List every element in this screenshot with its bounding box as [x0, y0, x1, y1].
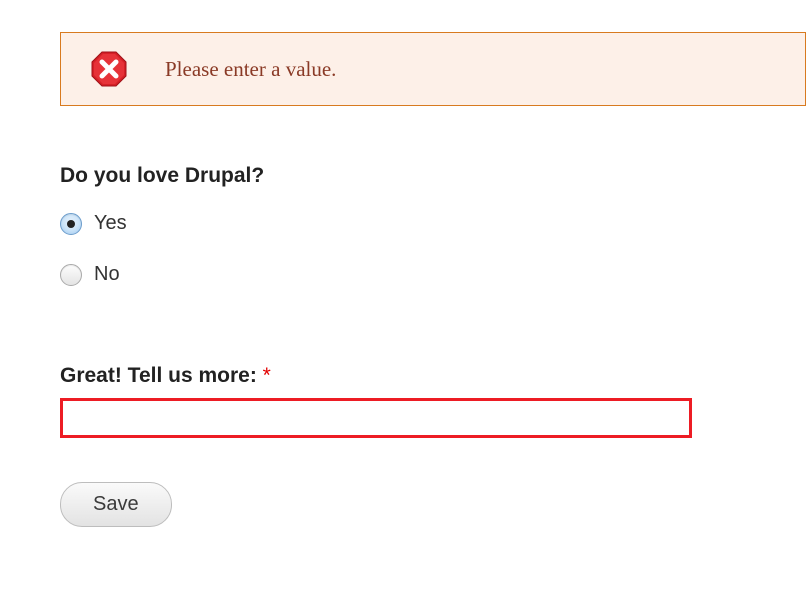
- error-message-box: Please enter a value.: [60, 32, 806, 106]
- followup-label: Great! Tell us more: *: [60, 364, 806, 388]
- save-button[interactable]: Save: [60, 482, 172, 527]
- radio-label-yes: Yes: [94, 212, 127, 235]
- radio-dot: [67, 220, 75, 228]
- radio-indicator-yes: [60, 213, 82, 235]
- required-mark: *: [263, 364, 271, 387]
- radio-label-no: No: [94, 263, 120, 286]
- error-icon: [91, 51, 127, 87]
- radio-indicator-no: [60, 264, 82, 286]
- followup-input[interactable]: [60, 398, 692, 438]
- followup-label-text: Great! Tell us more:: [60, 364, 263, 387]
- question-label: Do you love Drupal?: [60, 164, 806, 188]
- radio-option-yes[interactable]: Yes: [60, 212, 806, 235]
- error-message-text: Please enter a value.: [165, 57, 336, 82]
- radio-option-no[interactable]: No: [60, 263, 806, 286]
